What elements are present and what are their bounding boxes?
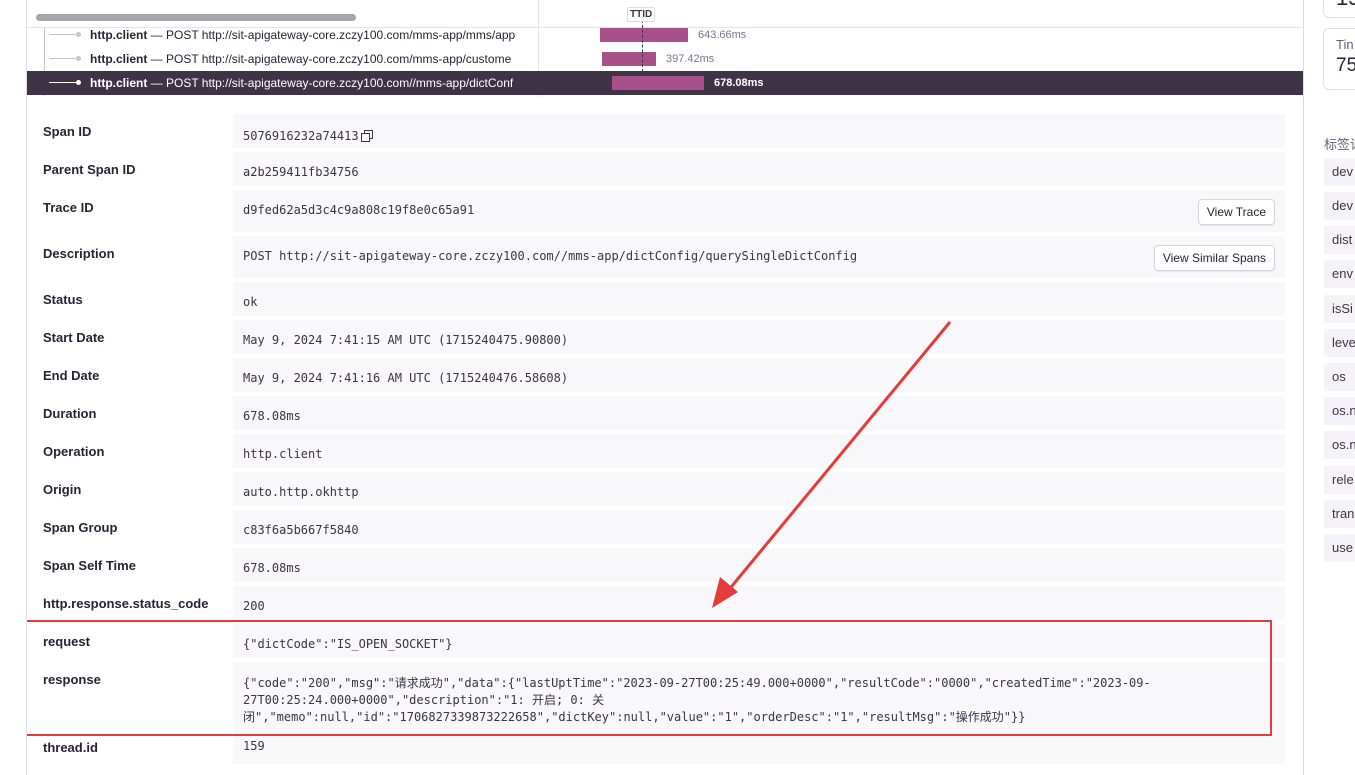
attr-key: Span Self Time [43, 558, 136, 573]
tree-node-dot [76, 56, 81, 61]
tag-item[interactable]: rele [1324, 466, 1355, 494]
span-desc: — POST http://sit-apigateway-core.zczy10… [147, 52, 512, 66]
attr-value: May 9, 2024 7:41:15 AM UTC (1715240475.9… [233, 320, 1285, 354]
span-op: http.client [90, 76, 148, 90]
span-duration: 678.08ms [714, 77, 764, 89]
tags-section-title: 标签详情 [1324, 137, 1355, 152]
attr-value: POST http://sit-apigateway-core.zczy100.… [233, 236, 1285, 278]
attr-row-operation: Operation http.client [27, 430, 1303, 468]
tag-item[interactable]: isSi [1324, 295, 1355, 323]
attr-key: Status [43, 292, 83, 307]
attr-value: May 9, 2024 7:41:16 AM UTC (1715240476.5… [233, 358, 1285, 392]
right-sidebar: 15 Tin 75 标签详情 dev dev dist env isSi lev… [1305, 0, 1355, 775]
attr-row-trace-id: Trace ID d9fed62a5d3c4c9a808c19f8e0c65a9… [27, 186, 1303, 232]
attr-value: http.client [233, 434, 1285, 468]
attr-value: c83f6a5b667f5840 [233, 510, 1285, 544]
attr-key: Trace ID [43, 200, 94, 215]
attr-value: ok [233, 282, 1285, 316]
span-bar [612, 76, 704, 90]
tag-item[interactable]: dev [1324, 192, 1355, 220]
span-desc: — POST http://sit-apigateway-core.zczy10… [147, 28, 516, 42]
ttid-marker-line [642, 20, 643, 72]
attr-key: http.response.status_code [43, 596, 209, 611]
span-label: http.client — POST http://sit-apigateway… [90, 71, 538, 95]
attr-value: d9fed62a5d3c4c9a808c19f8e0c65a91 View Tr… [233, 190, 1285, 232]
horizontal-scrollbar[interactable] [36, 14, 356, 21]
attr-key: Duration [43, 406, 97, 421]
tag-item[interactable]: os [1324, 363, 1355, 391]
tag-item[interactable]: env [1324, 260, 1355, 288]
attr-row-status: Status ok [27, 278, 1303, 316]
attr-key: End Date [43, 368, 100, 383]
attr-key: Description [43, 246, 115, 261]
attr-key: Span ID [43, 124, 92, 139]
attr-key: Span Group [43, 520, 118, 535]
attr-value: 678.08ms [233, 548, 1285, 582]
trace-id-value: d9fed62a5d3c4c9a808c19f8e0c65a91 [243, 203, 475, 217]
tree-connector [49, 34, 77, 35]
card-value: 15 [1336, 0, 1355, 11]
view-trace-button[interactable]: View Trace [1197, 199, 1275, 225]
span-duration: 397.42ms [666, 53, 715, 65]
attr-row-origin: Origin auto.http.okhttp [27, 468, 1303, 506]
span-id-value: 5076916232a74413 [243, 129, 359, 143]
attr-value: 678.08ms [233, 396, 1285, 430]
card-label: Tin [1336, 37, 1354, 52]
span-details-panel: http.client — POST http://sit-apigateway… [26, 0, 1304, 775]
highlight-box [27, 620, 1272, 736]
attr-row-start-date: Start Date May 9, 2024 7:41:15 AM UTC (1… [27, 316, 1303, 354]
span-row-selected[interactable]: http.client — POST http://sit-apigateway… [27, 71, 1303, 95]
span-duration: 643.66ms [698, 29, 747, 41]
span-op: http.client [90, 52, 148, 66]
tag-item[interactable]: os.n [1324, 431, 1355, 459]
description-value: POST http://sit-apigateway-core.zczy100.… [243, 249, 858, 263]
tree-node-dot [76, 32, 81, 37]
copy-icon[interactable] [360, 130, 373, 142]
attr-key: Operation [43, 444, 105, 459]
tag-item[interactable]: tran [1324, 500, 1355, 528]
tag-item[interactable]: leve [1324, 329, 1355, 357]
attr-row-end-date: End Date May 9, 2024 7:41:16 AM UTC (171… [27, 354, 1303, 392]
span-op: http.client [90, 28, 148, 42]
attr-value: auto.http.okhttp [233, 472, 1285, 506]
attr-key: Start Date [43, 330, 105, 345]
attr-key: Parent Span ID [43, 162, 136, 177]
span-label: http.client — POST http://sit-apigateway… [90, 23, 538, 47]
card-value: 75 [1336, 55, 1355, 76]
tree-connector [49, 58, 77, 59]
summary-card: 15 [1323, 0, 1355, 18]
tag-item[interactable]: use [1324, 534, 1355, 562]
attr-row-status-code: http.response.status_code 200 [27, 582, 1303, 620]
tree-node-dot [76, 80, 81, 85]
attr-key: Origin [43, 482, 82, 497]
attr-row-span-group: Span Group c83f6a5b667f5840 [27, 506, 1303, 544]
tag-item[interactable]: os.n [1324, 397, 1355, 425]
tree-connector [49, 82, 77, 83]
span-row[interactable]: http.client — POST http://sit-apigateway… [27, 23, 1303, 47]
attr-value: a2b259411fb34756 [233, 152, 1285, 186]
span-row[interactable]: http.client — POST http://sit-apigateway… [27, 47, 1303, 71]
attr-row-span-id: Span ID 5076916232a74413 [27, 110, 1303, 148]
attr-value: 200 [233, 586, 1285, 620]
span-label: http.client — POST http://sit-apigateway… [90, 47, 538, 71]
view-similar-spans-button[interactable]: View Similar Spans [1153, 245, 1275, 271]
span-desc: — POST http://sit-apigateway-core.zczy10… [147, 76, 514, 90]
summary-card-time: Tin 75 [1323, 28, 1355, 90]
tag-item[interactable]: dev [1324, 158, 1355, 186]
tag-item[interactable]: dist [1324, 226, 1355, 254]
attr-row-parent-span-id: Parent Span ID a2b259411fb34756 [27, 148, 1303, 186]
span-bar [600, 28, 688, 42]
ttid-marker-label: TTID [627, 7, 656, 22]
span-bar [602, 52, 656, 66]
attr-row-description: Description POST http://sit-apigateway-c… [27, 232, 1303, 278]
attr-row-span-self-time: Span Self Time 678.08ms [27, 544, 1303, 582]
attr-value: 5076916232a74413 [233, 114, 1285, 148]
attr-row-duration: Duration 678.08ms [27, 392, 1303, 430]
